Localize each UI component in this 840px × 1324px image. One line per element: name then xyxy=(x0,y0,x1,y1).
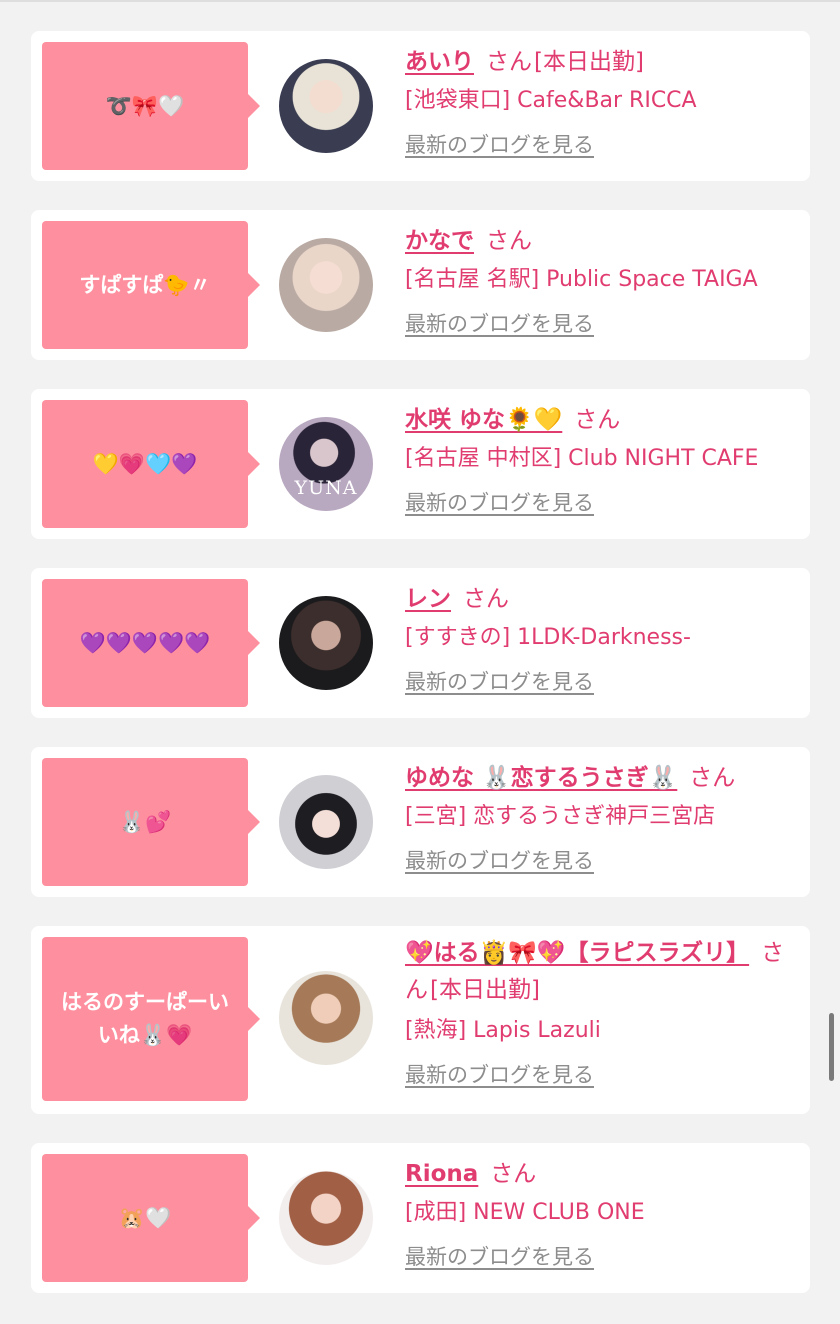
honorific: さん xyxy=(490,1161,537,1187)
cast-info: あいり さん[本日出勤] [池袋東口] Cafe&Bar RICCA 最新のブログ… xyxy=(405,45,798,160)
cast-card: 🐰💕 ゆめな 🐰恋するうさぎ🐰 さん [三宮] 恋するうさぎ神戸三宮店 最新のブロ… xyxy=(31,747,810,897)
scrollbar-thumb[interactable] xyxy=(829,1013,834,1081)
shop-name: [すすきの] 1LDK-Darkness- xyxy=(405,625,691,650)
cast-card: 💛💗🩵💜 YUNA 水咲 ゆな🌻💛 さん [名古屋 中村区] Club NIGHT… xyxy=(31,389,810,539)
top-divider xyxy=(0,0,840,2)
avatar[interactable] xyxy=(279,971,373,1065)
avatar[interactable] xyxy=(279,59,373,153)
shop-name: [三宮] 恋するうさぎ神戸三宮店 xyxy=(405,804,716,829)
comment-text: ➰🎀🤍 xyxy=(105,93,185,118)
honorific: さん xyxy=(689,765,736,791)
latest-blog-link[interactable]: 最新のブログを見る xyxy=(405,309,594,339)
comment-text: 🐰💕 xyxy=(118,809,172,834)
cast-name-link[interactable]: 💖はる👸🎀💖【ラピスラズリ】 xyxy=(405,940,749,966)
name-line: あいり さん[本日出勤] xyxy=(405,45,798,79)
cast-list: ➰🎀🤍 あいり さん[本日出勤] [池袋東口] Cafe&Bar RICCA 最新… xyxy=(31,31,810,1322)
avatar[interactable] xyxy=(279,775,373,869)
cast-info: ゆめな 🐰恋するうさぎ🐰 さん [三宮] 恋するうさぎ神戸三宮店 最新のブログを見… xyxy=(405,761,798,876)
cast-card: 💜💜💜💜💜 レン さん [すすきの] 1LDK-Darkness- 最新のブログを… xyxy=(31,568,810,718)
comment-bubble: すぱすぱ🐤〃 xyxy=(42,221,260,349)
avatar[interactable] xyxy=(279,1171,373,1265)
cast-card: 🐹🤍 Riona さん [成田] NEW CLUB ONE 最新のブログを見る xyxy=(31,1143,810,1293)
avatar[interactable] xyxy=(279,238,373,332)
cast-info: 💖はる👸🎀💖【ラピスラズリ】 さん[本日出勤] [熱海] Lapis Lazuli… xyxy=(405,935,798,1090)
comment-bubble: 🐰💕 xyxy=(42,758,260,886)
honorific: さん xyxy=(574,407,621,433)
shop-name: [熱海] Lapis Lazuli xyxy=(405,1018,601,1043)
avatar-label: YUNA xyxy=(294,477,358,499)
cast-info: 水咲 ゆな🌻💛 さん [名古屋 中村区] Club NIGHT CAFE 最新のブ… xyxy=(405,403,798,518)
shop-name: [池袋東口] Cafe&Bar RICCA xyxy=(405,88,697,113)
shop-name: [名古屋 名駅] Public Space TAIGA xyxy=(405,267,758,292)
comment-text: すぱすぱ🐤〃 xyxy=(79,272,211,297)
comment-bubble: ➰🎀🤍 xyxy=(42,42,260,170)
attendance-status: [本日出勤] xyxy=(430,977,540,1003)
cast-name-link[interactable]: ゆめな 🐰恋するうさぎ🐰 xyxy=(405,765,677,791)
cast-info: Riona さん [成田] NEW CLUB ONE 最新のブログを見る xyxy=(405,1157,798,1272)
name-line: 水咲 ゆな🌻💛 さん xyxy=(405,403,798,437)
latest-blog-link[interactable]: 最新のブログを見る xyxy=(405,846,594,876)
shop-name: [名古屋 中村区] Club NIGHT CAFE xyxy=(405,446,759,471)
cast-card: はるのすーぱーいいね🐰💗 💖はる👸🎀💖【ラピスラズリ】 さん[本日出勤] [熱海]… xyxy=(31,926,810,1114)
comment-text: 💛💗🩵💜 xyxy=(92,451,198,476)
honorific: さん xyxy=(486,228,532,254)
comment-bubble: 🐹🤍 xyxy=(42,1154,260,1282)
name-line: ゆめな 🐰恋するうさぎ🐰 さん xyxy=(405,761,798,795)
latest-blog-link[interactable]: 最新のブログを見る xyxy=(405,1242,594,1272)
cast-card: ➰🎀🤍 あいり さん[本日出勤] [池袋東口] Cafe&Bar RICCA 最新… xyxy=(31,31,810,181)
shop-name: [成田] NEW CLUB ONE xyxy=(405,1200,645,1225)
comment-bubble: 💛💗🩵💜 xyxy=(42,400,260,528)
name-line: Riona さん xyxy=(405,1157,798,1191)
comment-text: 💜💜💜💜💜 xyxy=(79,630,211,655)
name-line: レン さん xyxy=(405,582,798,616)
cast-name-link[interactable]: かなで xyxy=(405,228,474,254)
honorific: さん xyxy=(486,49,532,75)
cast-info: レン さん [すすきの] 1LDK-Darkness- 最新のブログを見る xyxy=(405,582,798,697)
comment-text: 🐹🤍 xyxy=(118,1205,172,1230)
cast-name-link[interactable]: Riona xyxy=(405,1161,478,1187)
name-line: 💖はる👸🎀💖【ラピスラズリ】 さん[本日出勤] xyxy=(405,935,798,1009)
attendance-status: [本日出勤] xyxy=(534,49,644,75)
comment-bubble: 💜💜💜💜💜 xyxy=(42,579,260,707)
cast-name-link[interactable]: あいり xyxy=(405,49,474,75)
cast-name-link[interactable]: 水咲 ゆな🌻💛 xyxy=(405,407,562,433)
latest-blog-link[interactable]: 最新のブログを見る xyxy=(405,488,594,518)
cast-info: かなで さん [名古屋 名駅] Public Space TAIGA 最新のブログ… xyxy=(405,224,798,339)
latest-blog-link[interactable]: 最新のブログを見る xyxy=(405,667,594,697)
latest-blog-link[interactable]: 最新のブログを見る xyxy=(405,1060,594,1090)
latest-blog-link[interactable]: 最新のブログを見る xyxy=(405,130,594,160)
cast-name-link[interactable]: レン xyxy=(405,586,451,612)
avatar[interactable] xyxy=(279,596,373,690)
comment-bubble: はるのすーぱーいいね🐰💗 xyxy=(42,937,260,1101)
avatar[interactable]: YUNA xyxy=(279,417,373,511)
name-line: かなで さん xyxy=(405,224,798,258)
comment-text: はるのすーぱーいいね🐰💗 xyxy=(61,990,229,1047)
cast-card: すぱすぱ🐤〃 かなで さん [名古屋 名駅] Public Space TAIGA… xyxy=(31,210,810,360)
honorific: さん xyxy=(463,586,509,612)
